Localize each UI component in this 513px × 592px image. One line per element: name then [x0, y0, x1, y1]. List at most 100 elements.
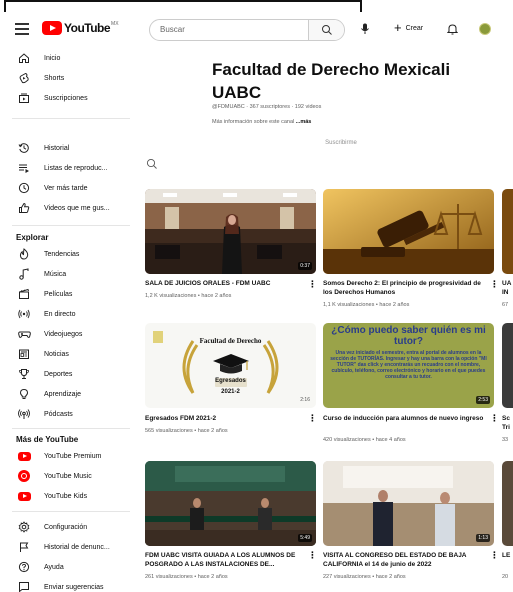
sidebar-item-videojuegos[interactable]: Videojuegos	[0, 324, 140, 344]
sidebar-item-watch-later[interactable]: Ver más tarde	[0, 178, 140, 198]
sidebar-item-podcasts[interactable]: Pódcasts	[0, 404, 140, 424]
plus-icon: +	[394, 20, 402, 35]
more-options-icon[interactable]: ⋮	[308, 551, 317, 560]
video-duration: 2:53	[476, 396, 490, 404]
sidebar-item-youtube-kids[interactable]: YouTube Kids	[0, 486, 140, 506]
video-meta: 261 visualizaciones • hace 2 años	[145, 574, 228, 580]
help-icon	[18, 561, 30, 573]
sidebar-item-label: Shorts	[44, 74, 65, 82]
more-link[interactable]: ...más	[296, 119, 312, 125]
sidebar-item-configuracion[interactable]: Configuración	[0, 517, 140, 537]
bell-icon[interactable]	[447, 23, 458, 35]
masthead: YouTube MX Buscar + Crear	[0, 14, 513, 48]
video-title-partial[interactable]: Sc Tri	[502, 414, 513, 432]
video-title-partial[interactable]: UA IN	[502, 279, 513, 297]
sidebar-item-label: Videos que me gus...	[44, 204, 110, 212]
sidebar-item-playlists[interactable]: Listas de reproduc...	[0, 158, 140, 178]
more-options-icon[interactable]: ⋮	[308, 280, 317, 289]
video-thumbnail[interactable]: ¿Cómo puedo saber quién es mi tutor? Una…	[323, 323, 494, 408]
sidebar-divider	[12, 225, 130, 226]
sidebar-item-liked-videos[interactable]: Videos que me gus...	[0, 198, 140, 218]
sidebar-item-tendencias[interactable]: Tendencias	[0, 244, 140, 264]
video-thumbnail[interactable]: 5:49	[145, 461, 316, 546]
sidebar-item-send-feedback[interactable]: Enviar sugerencias	[0, 577, 140, 592]
sidebar-item-inicio[interactable]: Inicio	[0, 48, 140, 68]
sidebar-item-aprendizaje[interactable]: Aprendizaje	[0, 384, 140, 404]
video-meta: 420 visualizaciones • hace 4 años	[323, 437, 406, 443]
sidebar-item-label: En directo	[44, 310, 76, 318]
more-info-text: Más información sobre este canal	[212, 119, 295, 125]
history-icon	[18, 143, 29, 153]
sidebar-divider	[12, 428, 130, 429]
video-thumbnail[interactable]: 0:37	[145, 189, 316, 274]
sidebar-item-label: Enviar sugerencias	[44, 583, 104, 591]
sidebar-item-label: Suscripciones	[44, 94, 88, 102]
youtube-logo[interactable]: YouTube MX	[42, 21, 119, 35]
sidebar-item-label: Listas de reproduc...	[44, 164, 108, 172]
feedback-icon	[19, 582, 29, 592]
search-input[interactable]: Buscar	[160, 25, 185, 34]
hamburger-menu-icon[interactable]	[15, 23, 29, 35]
video-title-partial[interactable]: LE	[502, 551, 513, 560]
search-box[interactable]: Buscar	[149, 19, 345, 41]
video-title[interactable]: Curso de inducción para alumnos de nuevo…	[323, 414, 486, 423]
video-thumbnail[interactable]: 1:13	[323, 461, 494, 546]
video-thumbnail[interactable]: Facultad de Derecho Egresados 2021-2 2:1…	[145, 323, 316, 408]
youtube-play-icon	[42, 21, 62, 35]
video-title[interactable]: SALA DE JUICIOS ORALES - FDM UABC	[145, 279, 305, 288]
video-title[interactable]: Egresados FDM 2021-2	[145, 414, 305, 423]
top-border-left	[4, 0, 6, 12]
subscribe-button[interactable]: Suscribirme	[212, 136, 470, 150]
create-button[interactable]: + Crear	[394, 20, 423, 35]
video-count: 192 videos	[294, 104, 322, 110]
thumbnail-overlay-text: Egresados	[215, 378, 246, 384]
channel-handle: @FDMUABC	[212, 104, 245, 110]
trophy-icon	[19, 369, 29, 379]
music-icon	[19, 268, 29, 280]
sidebar-item-shorts[interactable]: Shorts	[0, 68, 140, 88]
video-title[interactable]: VISITA AL CONGRESO DEL ESTADO DE BAJA CA…	[323, 551, 486, 569]
more-options-icon[interactable]: ⋮	[308, 414, 317, 423]
video-meta-partial: 33	[502, 437, 509, 443]
sidebar-item-noticias[interactable]: Noticias	[0, 344, 140, 364]
sidebar-item-youtube-premium[interactable]: YouTube Premium	[0, 446, 140, 466]
sidebar-item-suscripciones[interactable]: Suscripciones	[0, 88, 140, 108]
sidebar-item-report-history[interactable]: Historial de denunc...	[0, 537, 140, 557]
channel-more-info[interactable]: Más información sobre este canal ...más	[212, 119, 311, 125]
video-thumbnail-partial[interactable]	[502, 461, 513, 546]
sidebar-item-en-directo[interactable]: En directo	[0, 304, 140, 324]
upload-age: hace 2 años	[379, 302, 410, 308]
sidebar-item-historial[interactable]: Historial	[0, 138, 140, 158]
video-thumbnail[interactable]	[323, 189, 494, 274]
more-options-icon[interactable]: ⋮	[490, 414, 499, 423]
upload-age: hace 2 años	[375, 574, 406, 580]
news-icon	[19, 349, 29, 359]
avatar[interactable]	[479, 23, 491, 35]
more-options-icon[interactable]: ⋮	[490, 551, 499, 560]
video-thumbnail-partial[interactable]	[502, 323, 513, 408]
sidebar-item-label: Noticias	[44, 350, 69, 358]
channel-search-icon[interactable]	[146, 158, 158, 170]
video-duration: 2:16	[300, 397, 310, 403]
sidebar-item-youtube-music[interactable]: YouTube Music	[0, 466, 140, 486]
search-button[interactable]	[308, 20, 344, 40]
channel-title: Facultad de Derecho Mexicali UABC	[212, 60, 451, 102]
movie-icon	[19, 288, 29, 299]
video-thumbnail-partial[interactable]	[502, 189, 513, 274]
sidebar-item-deportes[interactable]: Deportes	[0, 364, 140, 384]
video-title[interactable]: FDM UABC VISITA GUIADA A LOS ALUMNOS DE …	[145, 551, 305, 569]
more-options-icon[interactable]: ⋮	[490, 280, 499, 289]
sidebar-item-label: Historial	[44, 144, 70, 152]
microphone-icon[interactable]	[360, 23, 370, 35]
video-meta: 1,1 K visualizaciones • hace 2 años	[323, 302, 410, 308]
sidebar-item-ayuda[interactable]: Ayuda	[0, 557, 140, 577]
sidebar-item-musica[interactable]: Música	[0, 264, 140, 284]
channel-meta: @FDMUABC ‧ 367 suscriptores ‧ 192 videos	[212, 104, 322, 110]
graduates-image	[145, 323, 316, 408]
sidebar-item-peliculas[interactable]: Películas	[0, 284, 140, 304]
video-meta: 565 visualizaciones • hace 2 años	[145, 428, 228, 434]
video-title[interactable]: Somos Derecho 2: El principio de progres…	[323, 279, 486, 297]
youtube-kids-icon	[17, 491, 31, 501]
sidebar-item-label: Películas	[44, 290, 73, 298]
subscriber-count: 367 suscriptores	[249, 104, 290, 110]
